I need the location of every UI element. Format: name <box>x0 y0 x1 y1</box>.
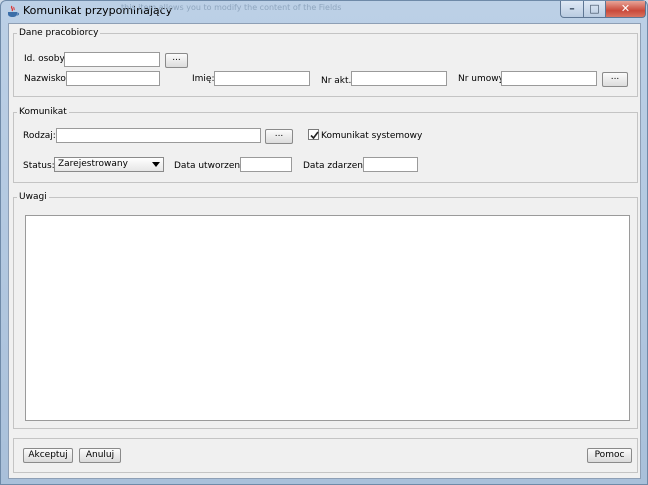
contract-number-browse-button[interactable]: ... <box>602 72 628 87</box>
dialog-content: Dane pracobiorcy Id. osoby: ... Nazwisko… <box>8 23 641 479</box>
background-window-text: this item allows you to modify the conte… <box>121 3 342 12</box>
person-id-browse-button[interactable]: ... <box>165 53 188 68</box>
accept-button[interactable]: Akceptuj <box>23 448 73 463</box>
first-name-input[interactable] <box>214 71 310 86</box>
contract-number-input[interactable] <box>501 71 597 86</box>
type-label: Rodzaj: <box>23 131 56 141</box>
message-legend: Komunikat <box>19 107 67 117</box>
surname-input[interactable] <box>66 71 160 86</box>
file-number-input[interactable] <box>351 71 447 86</box>
type-input[interactable] <box>56 128 261 143</box>
creation-date-input[interactable] <box>240 157 292 172</box>
event-date-input[interactable] <box>363 157 418 172</box>
system-message-label[interactable]: Komunikat systemowy <box>321 131 422 141</box>
cancel-button[interactable]: Anuluj <box>79 448 121 463</box>
dialog-window: Komunikat przypominający this item allow… <box>0 0 648 485</box>
type-browse-button[interactable]: ... <box>265 129 293 144</box>
minimize-button[interactable]: – <box>560 1 584 18</box>
minimize-icon: – <box>569 2 575 15</box>
file-number-label: Nr akt.: <box>321 76 355 86</box>
notes-textarea[interactable] <box>25 215 630 421</box>
java-cup-icon <box>8 5 19 17</box>
status-selected-value: Zarejestrowany <box>58 159 128 169</box>
system-message-checkbox[interactable] <box>308 129 319 140</box>
help-button[interactable]: Pomoc <box>587 448 632 463</box>
checkmark-icon <box>310 131 319 140</box>
notes-legend: Uwagi <box>19 192 47 202</box>
title-bar[interactable]: Komunikat przypominający this item allow… <box>1 1 647 23</box>
close-button[interactable]: ✕ <box>605 1 646 18</box>
contract-number-label: Nr umowy: <box>458 74 507 84</box>
maximize-button[interactable]: □ <box>583 1 606 18</box>
maximize-icon: □ <box>589 2 600 15</box>
close-icon: ✕ <box>620 2 631 15</box>
chevron-down-icon <box>152 162 160 167</box>
first-name-label: Imię: <box>192 74 215 84</box>
status-select[interactable]: Zarejestrowany <box>54 157 164 172</box>
employee-data-legend: Dane pracobiorcy <box>19 28 99 38</box>
surname-label: Nazwisko: <box>24 74 69 84</box>
person-id-input[interactable] <box>64 52 160 67</box>
status-label: Status: <box>23 161 55 171</box>
person-id-label: Id. osoby: <box>24 54 68 64</box>
